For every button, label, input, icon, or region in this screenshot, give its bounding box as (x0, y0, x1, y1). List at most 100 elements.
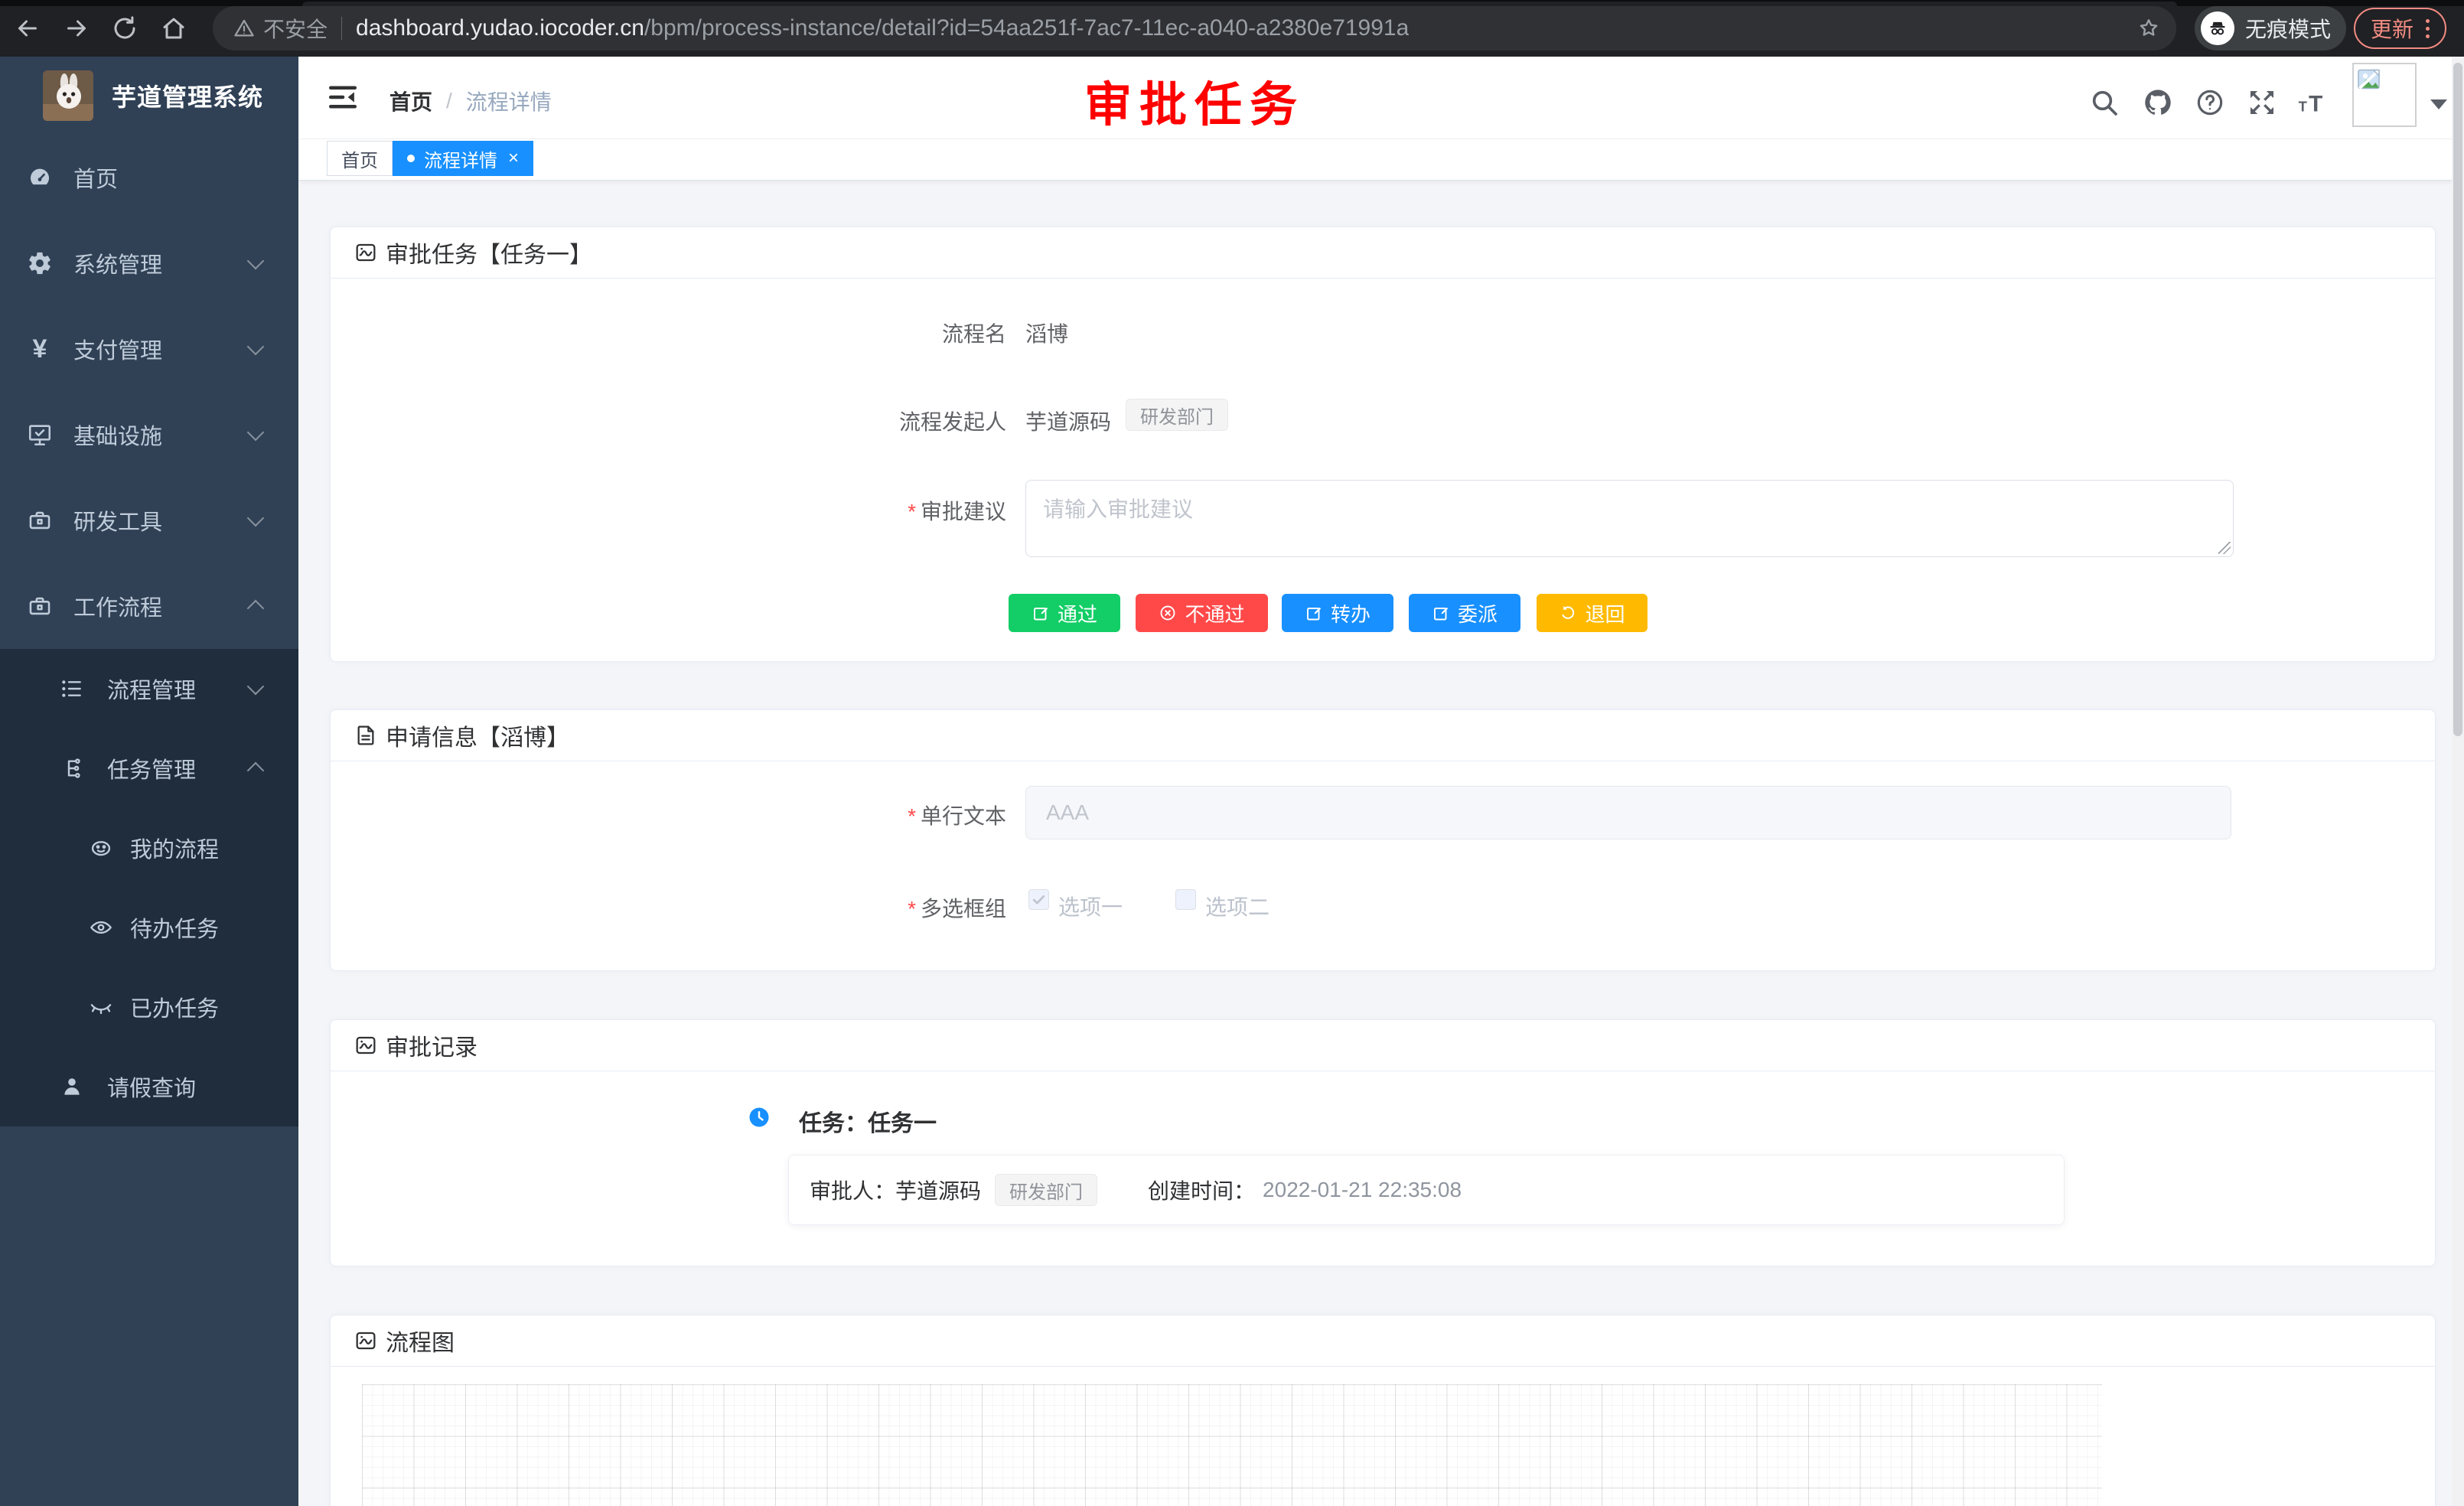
breadcrumb-home[interactable]: 首页 (389, 86, 432, 116)
bookmark-star-icon[interactable] (2136, 16, 2161, 41)
github-icon[interactable] (2143, 87, 2173, 118)
approval-records-card: 审批记录 任务：任务一 审批人： 芋道源码 研发部门 创建时间： 2022-01… (330, 1019, 2436, 1266)
address-bar[interactable]: 不安全 dashboard.yudao.iocoder.cn/bpm/proce… (213, 6, 2176, 51)
page-content: 审批任务【任务一】 流程名 滔博 流程发起人 芋道源码 研发部门 *审批建议 通… (298, 179, 2464, 1506)
sidebar-item-workflow[interactable]: 工作流程 (0, 563, 298, 649)
security-label[interactable]: 不安全 (263, 13, 328, 44)
flow-chart-card: 流程图 (330, 1315, 2436, 1506)
red-annotation-title: 审批任务 (1084, 66, 1305, 135)
checkbox-option2-label: 选项二 (1205, 891, 1269, 921)
workflow-submenu: 流程管理 任务管理 我的流程 待办任务 已办任务 请假 (0, 649, 298, 1126)
chevron-down-icon (247, 253, 265, 270)
sidebar-item-done-tasks[interactable]: 已办任务 (0, 967, 298, 1047)
reject-button[interactable]: 不通过 (1136, 594, 1268, 632)
sidebar-item-label: 工作流程 (73, 590, 162, 622)
help-icon[interactable] (2195, 87, 2225, 118)
forward-icon[interactable] (63, 15, 90, 42)
search-icon[interactable] (2089, 87, 2120, 118)
url-divider (341, 17, 342, 40)
svg-text:T: T (2299, 99, 2307, 115)
sidebar-item-label: 支付管理 (73, 333, 162, 365)
app-header: 首页 / 流程详情 审批任务 TT (298, 57, 2464, 139)
sidebar-item-label: 已办任务 (130, 991, 219, 1023)
sidebar-item-process-mgmt[interactable]: 流程管理 (0, 649, 298, 729)
picture-icon (354, 240, 378, 265)
svg-text:T: T (2309, 92, 2322, 117)
incognito-icon (2201, 11, 2234, 45)
button-label: 转办 (1331, 599, 1371, 628)
bpmn-grid-canvas[interactable] (362, 1384, 2102, 1506)
suggestion-label: *审批建议 (331, 495, 1006, 526)
record-detail-box: 审批人： 芋道源码 研发部门 创建时间： 2022-01-21 22:35:08 (788, 1155, 2065, 1225)
picture-icon (354, 1033, 378, 1058)
incognito-badge[interactable]: 无痕模式 (2195, 6, 2346, 51)
browser-update-menu[interactable]: 更新 (2354, 8, 2446, 49)
sidebar-item-task-mgmt[interactable]: 任务管理 (0, 729, 298, 808)
app-logo-row[interactable]: 芋道管理系统 (0, 57, 298, 135)
required-asterisk: * (908, 804, 916, 828)
breadcrumb-current: 流程详情 (466, 86, 552, 116)
back-icon[interactable] (14, 15, 41, 42)
font-size-icon[interactable]: TT (2297, 87, 2328, 118)
sidebar-item-label: 我的流程 (130, 832, 219, 864)
text-field-label: *单行文本 (331, 800, 1006, 830)
breadcrumb-separator: / (446, 89, 452, 113)
suggestion-textarea[interactable] (1025, 480, 2234, 557)
process-name-value: 滔博 (1025, 318, 1068, 348)
process-name-label: 流程名 (331, 318, 1006, 348)
dashboard-icon (24, 165, 55, 191)
return-button[interactable]: 退回 (1537, 594, 1648, 632)
transfer-button[interactable]: 转办 (1282, 594, 1393, 632)
card-header: 流程图 (331, 1315, 2435, 1367)
active-tab-dot (407, 155, 415, 162)
face-icon (86, 836, 116, 860)
button-label: 委派 (1458, 599, 1498, 628)
eye-open-icon (86, 915, 116, 940)
url-text[interactable]: dashboard.yudao.iocoder.cn/bpm/process-i… (356, 15, 1409, 41)
approval-task-card: 审批任务【任务一】 流程名 滔博 流程发起人 芋道源码 研发部门 *审批建议 通… (330, 227, 2436, 662)
hamburger-icon[interactable] (327, 81, 359, 113)
picture-icon (354, 1328, 378, 1353)
avatar[interactable] (2352, 63, 2417, 127)
sidebar-item-my-process[interactable]: 我的流程 (0, 808, 298, 888)
scrollbar-track[interactable] (2452, 57, 2464, 1506)
button-label: 不通过 (1185, 599, 1244, 628)
tab-close-icon[interactable]: × (508, 149, 519, 168)
create-time-value: 2022-01-21 22:35:08 (1263, 1178, 1462, 1202)
person-icon (57, 1074, 87, 1099)
required-asterisk: * (908, 897, 916, 921)
sidebar-item-infra[interactable]: 基础设施 (0, 392, 298, 478)
tab-process-detail[interactable]: 流程详情 × (393, 141, 533, 176)
tab-home[interactable]: 首页 (327, 141, 393, 176)
sidebar-item-home[interactable]: 首页 (0, 135, 298, 220)
approve-button[interactable]: 通过 (1009, 594, 1120, 632)
sidebar-item-leave-query[interactable]: 请假查询 (0, 1047, 298, 1126)
fullscreen-icon[interactable] (2247, 87, 2277, 118)
document-icon (354, 723, 378, 748)
gear-icon (24, 250, 55, 276)
update-label: 更新 (2371, 13, 2413, 44)
home-icon[interactable] (160, 15, 187, 42)
card-title: 审批记录 (386, 1028, 477, 1062)
app-logo-image (43, 70, 93, 121)
initiator-value: 芋道源码 (1025, 406, 1111, 436)
scrollbar-thumb[interactable] (2453, 63, 2462, 736)
sidebar-item-label: 待办任务 (130, 911, 219, 944)
chevron-up-icon (247, 600, 265, 618)
app-title: 芋道管理系统 (112, 78, 263, 113)
sidebar-item-todo-tasks[interactable]: 待办任务 (0, 888, 298, 967)
sidebar-item-label: 基础设施 (73, 419, 162, 451)
sidebar-item-payment[interactable]: ¥ 支付管理 (0, 306, 298, 392)
breadcrumb: 首页 / 流程详情 (389, 86, 552, 116)
sidebar-item-label: 研发工具 (73, 504, 162, 536)
sidebar-item-system[interactable]: 系统管理 (0, 220, 298, 306)
not-secure-warning-icon (233, 17, 256, 40)
avatar-caret-icon[interactable] (2430, 99, 2447, 109)
required-asterisk: * (908, 500, 916, 523)
delegate-button[interactable]: 委派 (1409, 594, 1520, 632)
sidebar-item-devtools[interactable]: 研发工具 (0, 478, 298, 563)
initiator-label: 流程发起人 (331, 406, 1006, 436)
main-area: 首页 / 流程详情 审批任务 TT 首页 流程详情 × 审批任务【任务一】 (298, 57, 2464, 1506)
reload-icon[interactable] (111, 15, 139, 42)
sidebar-item-label: 任务管理 (107, 752, 196, 784)
